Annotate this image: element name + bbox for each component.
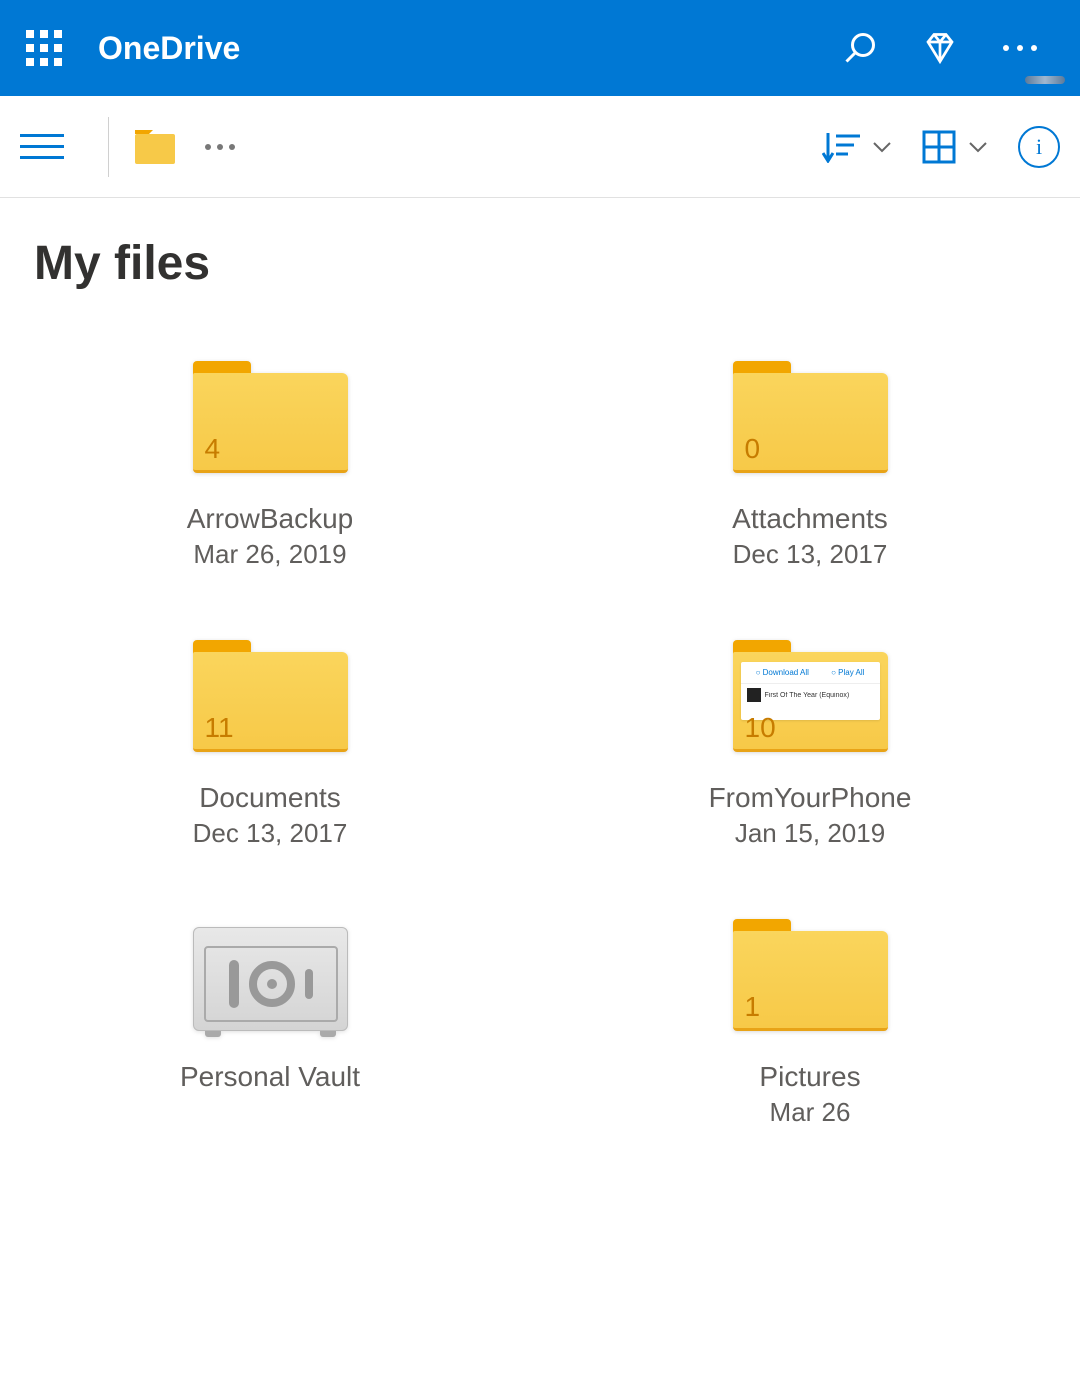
view-button[interactable] (922, 130, 988, 164)
folder-icon: 0 (733, 361, 888, 473)
info-button[interactable]: i (1018, 126, 1060, 168)
info-icon: i (1036, 134, 1042, 160)
app-header: OneDrive (0, 0, 1080, 96)
chevron-down-icon (968, 141, 988, 153)
account-avatar[interactable] (1025, 76, 1065, 84)
diamond-icon (922, 30, 958, 66)
item-name: Attachments (732, 503, 888, 535)
item-date: Dec 13, 2017 (193, 818, 348, 849)
premium-button[interactable] (900, 0, 980, 96)
vault-icon (193, 919, 348, 1031)
item-name: Documents (199, 782, 341, 814)
item-name: ArrowBackup (187, 503, 354, 535)
grid-view-icon (922, 130, 956, 164)
toolbar-divider (108, 117, 109, 177)
folder-item-pictures[interactable]: 1 Pictures Mar 26 (540, 889, 1080, 1168)
item-name: Pictures (759, 1061, 860, 1093)
toolbar: i (0, 96, 1080, 198)
item-date: Mar 26 (770, 1097, 851, 1128)
ellipsis-icon (1003, 45, 1037, 51)
folder-item-arrowbackup[interactable]: 4 ArrowBackup Mar 26, 2019 (0, 331, 540, 610)
sort-icon (822, 131, 860, 163)
toolbar-more-button[interactable] (183, 119, 239, 175)
folder-icon: 1 (733, 919, 888, 1031)
waffle-icon (26, 30, 62, 66)
item-date: Dec 13, 2017 (733, 539, 888, 570)
page-title: My files (0, 198, 1080, 321)
menu-button[interactable] (20, 122, 70, 172)
folder-item-attachments[interactable]: 0 Attachments Dec 13, 2017 (540, 331, 1080, 610)
folder-icon (135, 130, 175, 164)
ellipsis-icon (205, 144, 235, 150)
chevron-down-icon (872, 141, 892, 153)
app-title: OneDrive (98, 30, 240, 67)
item-date: Jan 15, 2019 (735, 818, 885, 849)
folder-count: 0 (745, 433, 761, 465)
folder-item-documents[interactable]: 11 Documents Dec 13, 2017 (0, 610, 540, 889)
folder-icon: 4 (193, 361, 348, 473)
item-name: Personal Vault (180, 1061, 360, 1093)
folder-item-fromyourphone[interactable]: Download All Play All First Of The Year … (540, 610, 1080, 889)
folder-item-vault[interactable]: Personal Vault (0, 889, 540, 1168)
search-button[interactable] (820, 0, 900, 96)
item-name: FromYourPhone (709, 782, 912, 814)
folder-count: 10 (745, 712, 776, 744)
folder-count: 1 (745, 991, 761, 1023)
folder-count: 11 (205, 712, 234, 744)
search-icon (842, 30, 878, 66)
folder-icon: Download All Play All First Of The Year … (733, 640, 888, 752)
folder-count: 4 (205, 433, 221, 465)
item-date: Mar 26, 2019 (193, 539, 346, 570)
file-grid: 4 ArrowBackup Mar 26, 2019 0 Attachments… (0, 321, 1080, 1178)
sort-button[interactable] (822, 131, 892, 163)
app-launcher-button[interactable] (20, 24, 68, 72)
folder-icon: 11 (193, 640, 348, 752)
new-folder-button[interactable] (127, 119, 183, 175)
